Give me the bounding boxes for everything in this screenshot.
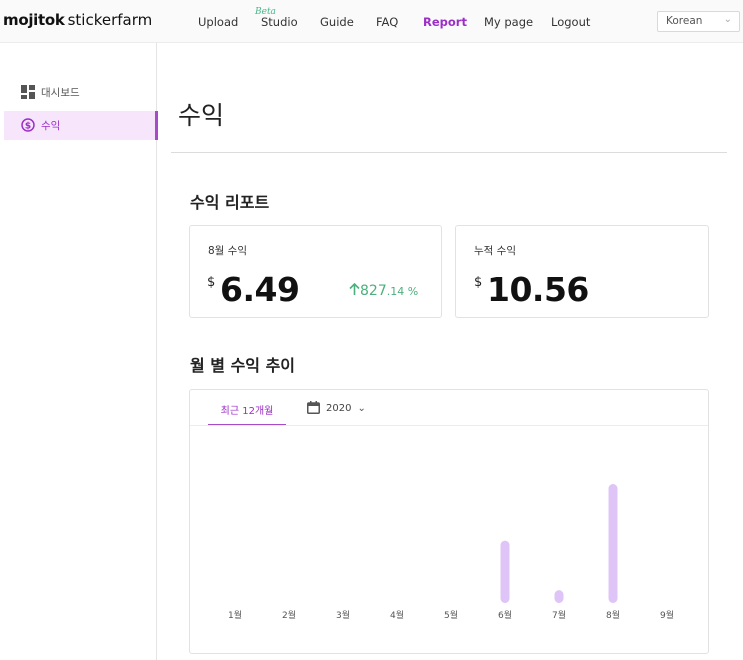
- revenue-trend-chart-card: 최근 12개월 2020 ⌄ 1월 2월 3월 4월 5월 6월 7월 8월 9월: [189, 389, 709, 654]
- tab-divider: [190, 425, 708, 426]
- year-select[interactable]: 2020 ⌄: [307, 401, 366, 414]
- language-select[interactable]: Korean ⌄: [657, 11, 740, 32]
- x-tick-label: 5월: [444, 609, 458, 621]
- bar-7: [554, 590, 564, 603]
- x-tick-label: 9월: [660, 609, 674, 621]
- currency-symbol: $: [207, 275, 216, 290]
- x-tick-label: 4월: [390, 609, 404, 621]
- arrow-up-icon: [349, 282, 360, 295]
- sidebar-item-label: 대시보드: [41, 87, 80, 99]
- x-tick-label: 1월: [228, 609, 242, 621]
- trend-section-title: 월 별 수익 추이: [190, 356, 296, 375]
- revenue-change: 827.14 %: [349, 282, 419, 299]
- change-value: 827: [360, 283, 387, 299]
- logo-product: stickerfarm: [67, 11, 153, 29]
- language-value: Korean: [666, 15, 703, 27]
- bar-8: [608, 484, 618, 603]
- sidebar-item-dashboard[interactable]: 대시보드: [4, 78, 157, 107]
- title-divider: [171, 152, 727, 153]
- logo-brand: mojitok: [3, 11, 65, 29]
- svg-text:$: $: [25, 122, 31, 132]
- bar-6: [500, 540, 510, 603]
- monthly-revenue-card: 8월 수익 $ 6.49 827.14 %: [189, 225, 442, 318]
- dashboard-icon: [21, 85, 35, 99]
- nav-my-page[interactable]: My page: [484, 15, 533, 29]
- year-value: 2020: [326, 403, 352, 414]
- top-navigation-bar: mojitok stickerfarm Upload Beta Studio Gu…: [0, 0, 743, 43]
- nav-report[interactable]: Report: [423, 15, 467, 29]
- currency-symbol: $: [474, 275, 483, 290]
- nav-guide[interactable]: Guide: [320, 15, 354, 29]
- cumulative-revenue-card: 누적 수익 $ 10.56: [455, 225, 709, 318]
- x-tick-label: 2월: [282, 609, 296, 621]
- sidebar: 대시보드 $ 수익: [0, 43, 158, 660]
- nav-studio[interactable]: Studio: [261, 15, 298, 29]
- sidebar-item-label: 수익: [41, 120, 61, 132]
- cumulative-amount: 10.56: [487, 270, 589, 309]
- x-tick-label: 6월: [498, 609, 512, 621]
- card-label: 8월 수익: [208, 245, 247, 257]
- revenue-bar-chart: 1월 2월 3월 4월 5월 6월 7월 8월 9월: [228, 484, 674, 621]
- report-section-title: 수익 리포트: [190, 193, 270, 212]
- page-title: 수익: [178, 101, 225, 130]
- logo[interactable]: mojitok stickerfarm: [3, 11, 152, 29]
- nav-upload[interactable]: Upload: [198, 15, 238, 29]
- chevron-down-icon: ⌄: [723, 14, 732, 25]
- revenue-amount: 6.49: [220, 270, 300, 309]
- x-tick-label: 8월: [606, 609, 620, 621]
- nav-faq[interactable]: FAQ: [376, 15, 398, 29]
- card-label: 누적 수익: [474, 245, 516, 257]
- x-tick-label: 3월: [336, 609, 350, 621]
- dollar-circle-icon: $: [21, 118, 35, 132]
- calendar-icon: [307, 401, 320, 414]
- sidebar-item-revenue[interactable]: $ 수익: [4, 111, 158, 140]
- change-fraction: .14 %: [386, 285, 419, 298]
- chevron-down-icon: ⌄: [357, 403, 366, 414]
- tab-recent-12-months[interactable]: 최근 12개월: [208, 402, 286, 426]
- nav-logout[interactable]: Logout: [551, 15, 590, 29]
- x-tick-label: 7월: [552, 609, 566, 621]
